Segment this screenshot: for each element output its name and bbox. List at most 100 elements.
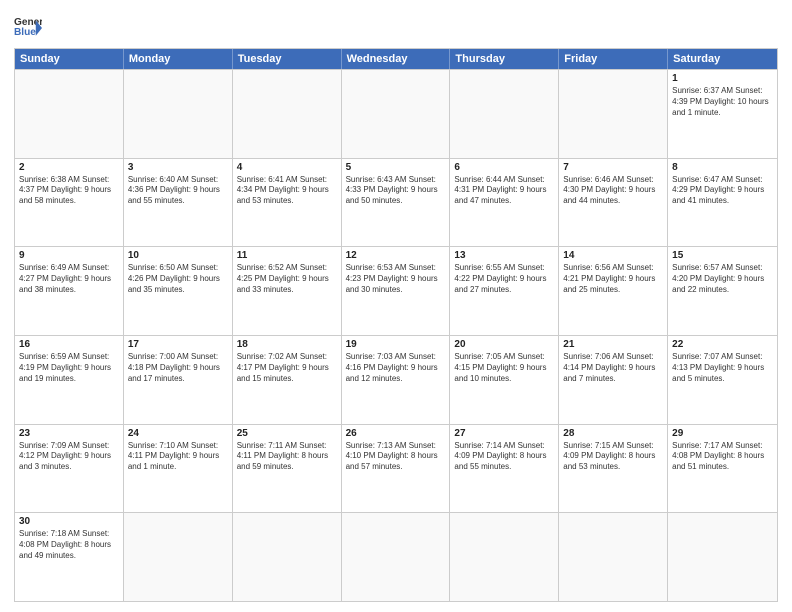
calendar-day-cell: 1 Sunrise: 6:37 AM Sunset: 4:39 PM Daylig…: [668, 70, 777, 158]
calendar-day-cell: [668, 513, 777, 601]
calendar-day-cell: [124, 70, 233, 158]
day-info: Sunrise: 7:09 AM Sunset: 4:12 PM Dayligh…: [19, 441, 119, 473]
day-info: Sunrise: 7:18 AM Sunset: 4:08 PM Dayligh…: [19, 529, 119, 561]
day-info: Sunrise: 6:38 AM Sunset: 4:37 PM Dayligh…: [19, 175, 119, 207]
calendar-day-cell: 12 Sunrise: 6:53 AM Sunset: 4:23 PM Dayli…: [342, 247, 451, 335]
calendar-day-cell: 20 Sunrise: 7:05 AM Sunset: 4:15 PM Dayli…: [450, 336, 559, 424]
day-info: Sunrise: 6:47 AM Sunset: 4:29 PM Dayligh…: [672, 175, 773, 207]
day-number: 29: [672, 428, 773, 439]
day-info: Sunrise: 7:15 AM Sunset: 4:09 PM Dayligh…: [563, 441, 663, 473]
day-number: 25: [237, 428, 337, 439]
day-number: 20: [454, 339, 554, 350]
calendar-week-row: 1 Sunrise: 6:37 AM Sunset: 4:39 PM Daylig…: [15, 69, 777, 158]
day-info: Sunrise: 6:44 AM Sunset: 4:31 PM Dayligh…: [454, 175, 554, 207]
day-number: 22: [672, 339, 773, 350]
calendar-day-cell: [15, 70, 124, 158]
day-number: 30: [19, 516, 119, 527]
calendar-day-cell: [233, 70, 342, 158]
day-number: 24: [128, 428, 228, 439]
day-info: Sunrise: 6:46 AM Sunset: 4:30 PM Dayligh…: [563, 175, 663, 207]
header: General Blue: [14, 10, 778, 42]
calendar-day-cell: [124, 513, 233, 601]
day-info: Sunrise: 7:05 AM Sunset: 4:15 PM Dayligh…: [454, 352, 554, 384]
day-number: 14: [563, 250, 663, 261]
calendar-day-cell: [559, 70, 668, 158]
calendar-day-cell: 24Sunrise: 7:10 AM Sunset: 4:11 PM Dayli…: [124, 425, 233, 513]
day-number: 15: [672, 250, 773, 261]
calendar-day-cell: 30 Sunrise: 7:18 AM Sunset: 4:08 PM Dayli…: [15, 513, 124, 601]
day-info: Sunrise: 7:00 AM Sunset: 4:18 PM Dayligh…: [128, 352, 228, 384]
day-of-week-header: Thursday: [450, 49, 559, 69]
day-info: Sunrise: 6:37 AM Sunset: 4:39 PM Dayligh…: [672, 86, 773, 118]
day-number: 13: [454, 250, 554, 261]
day-info: Sunrise: 6:53 AM Sunset: 4:23 PM Dayligh…: [346, 263, 446, 295]
calendar-week-row: 30 Sunrise: 7:18 AM Sunset: 4:08 PM Dayli…: [15, 512, 777, 601]
svg-text:Blue: Blue: [14, 27, 36, 38]
calendar-week-row: 2 Sunrise: 6:38 AM Sunset: 4:37 PM Daylig…: [15, 158, 777, 247]
day-info: Sunrise: 6:49 AM Sunset: 4:27 PM Dayligh…: [19, 263, 119, 295]
calendar-day-cell: 25 Sunrise: 7:11 AM Sunset: 4:11 PM Dayli…: [233, 425, 342, 513]
calendar-week-row: 16 Sunrise: 6:59 AM Sunset: 4:19 PM Dayli…: [15, 335, 777, 424]
day-number: 27: [454, 428, 554, 439]
day-of-week-header: Tuesday: [233, 49, 342, 69]
calendar-day-cell: 14 Sunrise: 6:56 AM Sunset: 4:21 PM Dayli…: [559, 247, 668, 335]
calendar-day-cell: 23 Sunrise: 7:09 AM Sunset: 4:12 PM Dayli…: [15, 425, 124, 513]
day-number: 23: [19, 428, 119, 439]
calendar-day-cell: 21Sunrise: 7:06 AM Sunset: 4:14 PM Dayli…: [559, 336, 668, 424]
calendar-day-cell: [342, 513, 451, 601]
calendar-day-cell: 22Sunrise: 7:07 AM Sunset: 4:13 PM Dayli…: [668, 336, 777, 424]
day-of-week-header: Saturday: [668, 49, 777, 69]
day-number: 17: [128, 339, 228, 350]
calendar-day-cell: [450, 513, 559, 601]
calendar-day-cell: [559, 513, 668, 601]
day-info: Sunrise: 7:17 AM Sunset: 4:08 PM Dayligh…: [672, 441, 773, 473]
day-of-week-header: Wednesday: [342, 49, 451, 69]
calendar-day-cell: 15 Sunrise: 6:57 AM Sunset: 4:20 PM Dayli…: [668, 247, 777, 335]
day-info: Sunrise: 7:02 AM Sunset: 4:17 PM Dayligh…: [237, 352, 337, 384]
logo-icon: General Blue: [14, 14, 42, 42]
day-number: 7: [563, 162, 663, 173]
day-number: 8: [672, 162, 773, 173]
calendar-day-cell: [450, 70, 559, 158]
calendar-header: SundayMondayTuesdayWednesdayThursdayFrid…: [15, 49, 777, 69]
day-of-week-header: Monday: [124, 49, 233, 69]
day-number: 11: [237, 250, 337, 261]
day-info: Sunrise: 7:11 AM Sunset: 4:11 PM Dayligh…: [237, 441, 337, 473]
calendar-day-cell: [233, 513, 342, 601]
logo: General Blue: [14, 14, 42, 42]
day-number: 10: [128, 250, 228, 261]
day-number: 9: [19, 250, 119, 261]
calendar-day-cell: 18 Sunrise: 7:02 AM Sunset: 4:17 PM Dayli…: [233, 336, 342, 424]
calendar-day-cell: 28 Sunrise: 7:15 AM Sunset: 4:09 PM Dayli…: [559, 425, 668, 513]
day-number: 5: [346, 162, 446, 173]
day-number: 16: [19, 339, 119, 350]
day-info: Sunrise: 7:06 AM Sunset: 4:14 PM Dayligh…: [563, 352, 663, 384]
day-info: Sunrise: 7:03 AM Sunset: 4:16 PM Dayligh…: [346, 352, 446, 384]
day-info: Sunrise: 6:52 AM Sunset: 4:25 PM Dayligh…: [237, 263, 337, 295]
day-number: 1: [672, 73, 773, 84]
day-info: Sunrise: 6:57 AM Sunset: 4:20 PM Dayligh…: [672, 263, 773, 295]
day-info: Sunrise: 6:50 AM Sunset: 4:26 PM Dayligh…: [128, 263, 228, 295]
day-number: 12: [346, 250, 446, 261]
calendar-day-cell: 13Sunrise: 6:55 AM Sunset: 4:22 PM Dayli…: [450, 247, 559, 335]
day-number: 26: [346, 428, 446, 439]
day-info: Sunrise: 7:13 AM Sunset: 4:10 PM Dayligh…: [346, 441, 446, 473]
calendar-day-cell: 27 Sunrise: 7:14 AM Sunset: 4:09 PM Dayli…: [450, 425, 559, 513]
calendar-day-cell: 17 Sunrise: 7:00 AM Sunset: 4:18 PM Dayli…: [124, 336, 233, 424]
day-info: Sunrise: 7:14 AM Sunset: 4:09 PM Dayligh…: [454, 441, 554, 473]
calendar-body: 1 Sunrise: 6:37 AM Sunset: 4:39 PM Daylig…: [15, 69, 777, 601]
calendar-day-cell: 26 Sunrise: 7:13 AM Sunset: 4:10 PM Dayli…: [342, 425, 451, 513]
day-info: Sunrise: 6:59 AM Sunset: 4:19 PM Dayligh…: [19, 352, 119, 384]
day-number: 19: [346, 339, 446, 350]
day-info: Sunrise: 6:43 AM Sunset: 4:33 PM Dayligh…: [346, 175, 446, 207]
day-info: Sunrise: 6:56 AM Sunset: 4:21 PM Dayligh…: [563, 263, 663, 295]
day-number: 28: [563, 428, 663, 439]
day-number: 18: [237, 339, 337, 350]
calendar: SundayMondayTuesdayWednesdayThursdayFrid…: [14, 48, 778, 602]
day-number: 2: [19, 162, 119, 173]
calendar-day-cell: 2 Sunrise: 6:38 AM Sunset: 4:37 PM Daylig…: [15, 159, 124, 247]
calendar-day-cell: 19 Sunrise: 7:03 AM Sunset: 4:16 PM Dayli…: [342, 336, 451, 424]
calendar-day-cell: 3Sunrise: 6:40 AM Sunset: 4:36 PM Daylig…: [124, 159, 233, 247]
day-info: Sunrise: 6:41 AM Sunset: 4:34 PM Dayligh…: [237, 175, 337, 207]
calendar-day-cell: 9 Sunrise: 6:49 AM Sunset: 4:27 PM Daylig…: [15, 247, 124, 335]
